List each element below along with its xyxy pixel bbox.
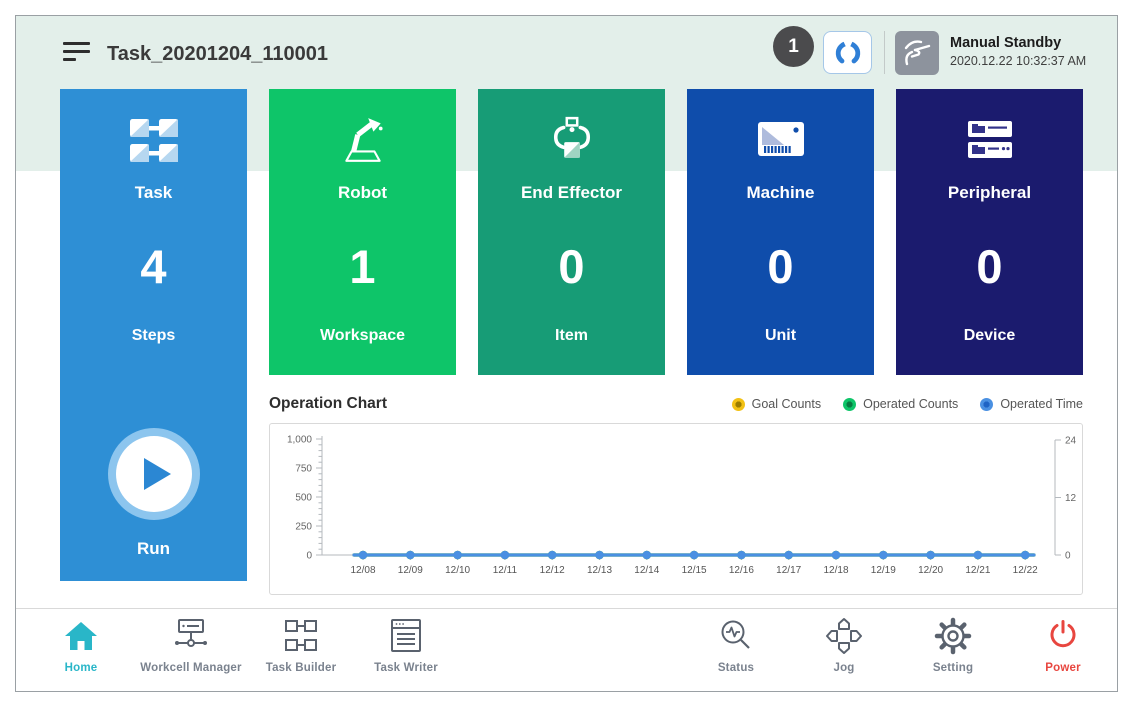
nav-label: Home <box>65 662 98 674</box>
svg-text:250: 250 <box>295 522 312 533</box>
task-icon <box>60 109 247 171</box>
peripheral-icon <box>896 109 1083 171</box>
task-builder-icon <box>279 616 323 656</box>
card-title: End Effector <box>478 183 665 203</box>
end-effector-icon <box>478 109 665 171</box>
svg-text:12/17: 12/17 <box>776 565 801 576</box>
card-value: 1 <box>269 239 456 294</box>
operated-time-dot-icon <box>980 398 993 411</box>
svg-text:1,000: 1,000 <box>287 435 312 446</box>
svg-text:12: 12 <box>1065 493 1077 504</box>
svg-text:12/12: 12/12 <box>540 565 565 576</box>
svg-text:12/13: 12/13 <box>587 565 612 576</box>
card-machine[interactable]: Machine 0 Unit <box>687 89 874 375</box>
card-title: Task <box>60 183 247 203</box>
machine-icon <box>687 109 874 171</box>
play-icon <box>116 436 192 512</box>
nav-label: Task Writer <box>374 662 438 674</box>
goal-counts-dot-icon <box>732 398 745 411</box>
operation-chart-svg: 0 250 500 750 1,000 12/08 12/09 12/10 12/11 12/12… <box>270 424 1082 594</box>
task-writer-icon <box>386 616 426 656</box>
svg-text:750: 750 <box>295 464 312 475</box>
card-title: Peripheral <box>896 183 1083 203</box>
card-unit: Unit <box>687 327 874 345</box>
nav-label: Power <box>1045 662 1081 674</box>
status-icon <box>717 616 755 656</box>
svg-text:12/22: 12/22 <box>1013 565 1038 576</box>
card-unit: Device <box>896 327 1083 345</box>
home-icon <box>63 616 99 656</box>
nav-label: Setting <box>933 662 973 674</box>
svg-text:0: 0 <box>1065 551 1071 562</box>
legend-label: Operated Time <box>1000 397 1083 411</box>
menu-button[interactable] <box>63 39 91 65</box>
setting-icon <box>934 616 972 656</box>
notification-badge[interactable]: 1 <box>773 26 814 67</box>
card-robot[interactable]: Robot 1 Workspace <box>269 89 456 375</box>
robot-mode-button[interactable] <box>823 31 872 74</box>
gripper-icon <box>831 36 865 70</box>
svg-text:12/20: 12/20 <box>918 565 943 576</box>
legend-label: Goal Counts <box>752 397 821 411</box>
card-task[interactable]: Task 4 Steps Run <box>60 89 247 581</box>
svg-text:12/15: 12/15 <box>682 565 707 576</box>
operated-counts-dot-icon <box>843 398 856 411</box>
page-title: Task_20201204_110001 <box>107 43 328 66</box>
nav-task-writer[interactable]: Task Writer <box>331 616 481 674</box>
hand-gesture-icon <box>900 36 934 70</box>
svg-text:12/21: 12/21 <box>965 565 990 576</box>
legend-goal-counts[interactable]: Goal Counts <box>732 397 821 411</box>
card-title: Machine <box>687 183 874 203</box>
manual-mode-button[interactable] <box>895 31 939 75</box>
card-value: 0 <box>896 239 1083 294</box>
svg-text:12/10: 12/10 <box>445 565 470 576</box>
run-label: Run <box>60 539 247 559</box>
nav-power[interactable]: Power <box>988 616 1134 674</box>
svg-text:12/08: 12/08 <box>350 565 375 576</box>
svg-text:12/18: 12/18 <box>823 565 848 576</box>
svg-text:0: 0 <box>306 551 312 562</box>
card-value: 0 <box>478 239 665 294</box>
status-timestamp: 2020.12.22 10:32:37 AM <box>950 54 1086 68</box>
svg-text:12/11: 12/11 <box>493 565 518 576</box>
chart-title: Operation Chart <box>269 395 387 413</box>
card-unit: Item <box>478 327 665 345</box>
svg-text:12/19: 12/19 <box>871 565 896 576</box>
svg-text:12/16: 12/16 <box>729 565 754 576</box>
card-unit: Steps <box>60 327 247 345</box>
card-peripheral[interactable]: Peripheral 0 Device <box>896 89 1083 375</box>
app-frame: Task_20201204_110001 1 Manual Standby 20… <box>15 15 1118 692</box>
svg-text:500: 500 <box>295 493 312 504</box>
legend-label: Operated Counts <box>863 397 958 411</box>
card-value: 4 <box>60 239 247 294</box>
svg-text:12/14: 12/14 <box>634 565 659 576</box>
nav-label: Task Builder <box>266 662 337 674</box>
card-value: 0 <box>687 239 874 294</box>
robot-icon <box>269 109 456 171</box>
operation-chart: 0 250 500 750 1,000 12/08 12/09 12/10 12/11 12/12… <box>269 423 1083 595</box>
jog-icon <box>824 616 864 656</box>
legend-operated-counts[interactable]: Operated Counts <box>843 397 958 411</box>
card-title: Robot <box>269 183 456 203</box>
footer-divider <box>16 608 1117 609</box>
workcell-manager-icon <box>169 616 213 656</box>
svg-text:24: 24 <box>1065 436 1077 447</box>
robot-status: Manual Standby 2020.12.22 10:32:37 AM <box>950 35 1086 68</box>
run-button[interactable] <box>108 428 200 520</box>
svg-text:12/09: 12/09 <box>398 565 423 576</box>
legend-operated-time[interactable]: Operated Time <box>980 397 1083 411</box>
chart-legend: Goal Counts Operated Counts Operated Tim… <box>732 397 1083 411</box>
topbar-divider <box>884 31 885 74</box>
nav-label: Jog <box>833 662 854 674</box>
card-unit: Workspace <box>269 327 456 345</box>
power-icon <box>1045 616 1081 656</box>
mode-label: Manual Standby <box>950 35 1086 51</box>
nav-label: Status <box>718 662 754 674</box>
card-end-effector[interactable]: End Effector 0 Item <box>478 89 665 375</box>
